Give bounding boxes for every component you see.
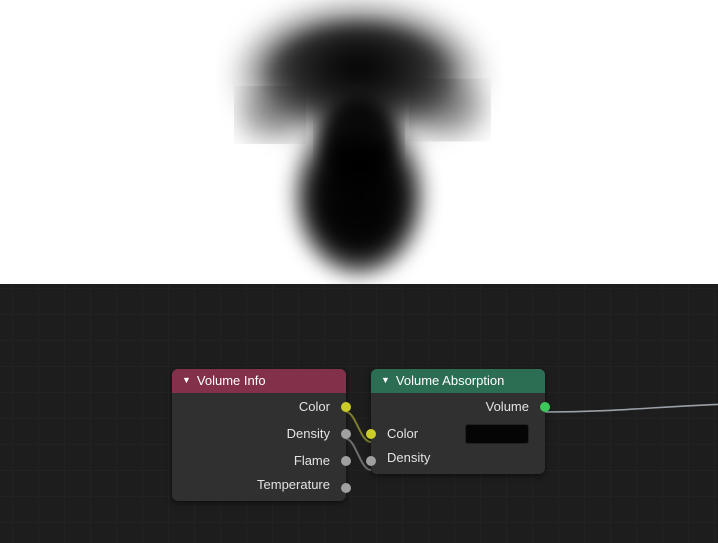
socket-label: Flame — [294, 453, 330, 468]
input-socket-density[interactable]: Density — [371, 447, 545, 474]
socket-label: Volume — [486, 399, 529, 414]
output-socket-volume[interactable]: Volume — [371, 393, 545, 420]
color-swatch[interactable] — [465, 424, 529, 444]
socket-icon[interactable] — [341, 402, 351, 412]
output-socket-density[interactable]: Density — [172, 420, 346, 447]
node-title: Volume Info — [197, 369, 266, 393]
rendered-smoke-preview — [0, 0, 718, 284]
socket-label: Color — [299, 399, 330, 414]
viewport-3d[interactable] — [0, 0, 718, 284]
socket-icon[interactable] — [540, 402, 550, 412]
collapse-triangle-icon[interactable]: ▼ — [182, 368, 191, 392]
node-editor[interactable]: ▼ Volume Info Color Density Flame Temper… — [0, 284, 718, 543]
socket-icon[interactable] — [341, 456, 351, 466]
collapse-triangle-icon[interactable]: ▼ — [381, 368, 390, 392]
output-socket-color[interactable]: Color — [172, 393, 346, 420]
socket-label: Density — [387, 450, 430, 465]
node-volume-absorption[interactable]: ▼ Volume Absorption Volume Color Density — [371, 369, 545, 474]
node-editor-grid — [0, 284, 718, 543]
socket-icon[interactable] — [366, 429, 376, 439]
socket-icon[interactable] — [341, 429, 351, 439]
socket-label: Color — [387, 426, 418, 441]
socket-label: Temperature — [257, 477, 330, 492]
socket-icon[interactable] — [341, 483, 351, 493]
socket-label: Density — [287, 426, 330, 441]
node-header[interactable]: ▼ Volume Info — [172, 369, 346, 393]
node-volume-info[interactable]: ▼ Volume Info Color Density Flame Temper… — [172, 369, 346, 501]
output-socket-flame[interactable]: Flame — [172, 447, 346, 474]
output-socket-temperature[interactable]: Temperature — [172, 474, 346, 501]
node-header[interactable]: ▼ Volume Absorption — [371, 369, 545, 393]
node-title: Volume Absorption — [396, 369, 504, 393]
input-socket-color[interactable]: Color — [371, 420, 545, 447]
socket-icon[interactable] — [366, 456, 376, 466]
